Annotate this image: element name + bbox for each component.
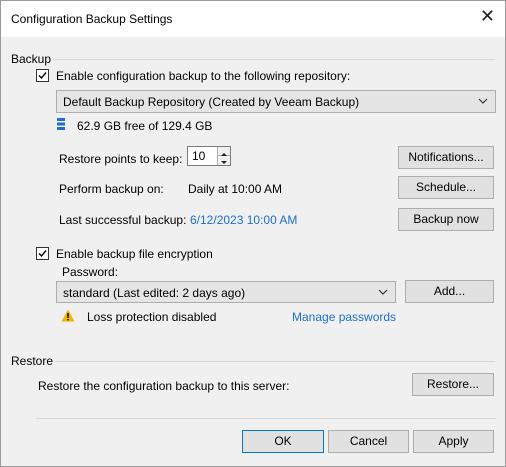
stepper-buttons: [217, 147, 230, 165]
manage-passwords-link[interactable]: Manage passwords: [292, 310, 396, 324]
config-backup-dialog: Configuration Backup Settings ✕ Backup E…: [0, 0, 506, 467]
enable-backup-label: Enable configuration backup to the follo…: [56, 69, 351, 83]
perform-backup-value: Daily at 10:00 AM: [188, 182, 283, 196]
backup-now-button[interactable]: Backup now: [398, 208, 494, 231]
stepper-up-button[interactable]: [218, 147, 230, 156]
add-password-button[interactable]: Add...: [405, 280, 494, 303]
restore-points-label: Restore points to keep:: [59, 152, 183, 166]
password-selected-value: standard (Last edited: 2 days ago): [63, 286, 246, 300]
window-title: Configuration Backup Settings: [11, 12, 173, 26]
chevron-down-icon: [478, 98, 488, 104]
stepper-down-button[interactable]: [218, 156, 230, 165]
restore-description: Restore the configuration backup to this…: [38, 379, 290, 393]
repository-dropdown[interactable]: Default Backup Repository (Created by Ve…: [56, 90, 496, 113]
enable-encryption-label: Enable backup file encryption: [56, 247, 213, 261]
restore-group-label: Restore: [11, 354, 54, 368]
enable-backup-checkbox[interactable]: [36, 69, 49, 82]
enable-encryption-checkbox[interactable]: [36, 247, 49, 260]
last-backup-label: Last successful backup:: [59, 213, 187, 227]
restore-points-value: 10: [192, 149, 206, 163]
cancel-button[interactable]: Cancel: [328, 430, 409, 453]
restore-points-stepper[interactable]: 10: [187, 146, 231, 166]
ok-button[interactable]: OK: [242, 430, 324, 453]
repository-selected-value: Default Backup Repository (Created by Ve…: [63, 95, 360, 109]
checkmark-icon: [38, 72, 47, 80]
footer-divider: [36, 418, 496, 419]
notifications-button[interactable]: Notifications...: [398, 146, 494, 169]
restore-button[interactable]: Restore...: [412, 373, 494, 396]
arrow-down-icon: [221, 161, 227, 164]
schedule-button[interactable]: Schedule...: [398, 176, 494, 199]
password-label: Password:: [62, 265, 119, 279]
chevron-down-icon: [378, 289, 388, 295]
restore-group-divider: [55, 361, 495, 362]
backup-group-label: Backup: [11, 52, 52, 66]
title-bar: Configuration Backup Settings ✕: [1, 1, 505, 37]
backup-group-divider: [53, 59, 495, 60]
checkmark-icon: [38, 250, 47, 258]
warning-icon: [61, 309, 75, 322]
storage-info: 62.9 GB free of 129.4 GB: [77, 119, 213, 133]
password-dropdown[interactable]: standard (Last edited: 2 days ago): [56, 281, 396, 303]
last-backup-value: 6/12/2023 10:00 AM: [190, 213, 298, 227]
database-icon: [57, 118, 65, 130]
apply-button[interactable]: Apply: [413, 430, 494, 453]
perform-backup-label: Perform backup on:: [59, 182, 164, 196]
loss-protection-warning: Loss protection disabled: [87, 310, 217, 324]
close-icon[interactable]: ✕: [480, 7, 495, 25]
